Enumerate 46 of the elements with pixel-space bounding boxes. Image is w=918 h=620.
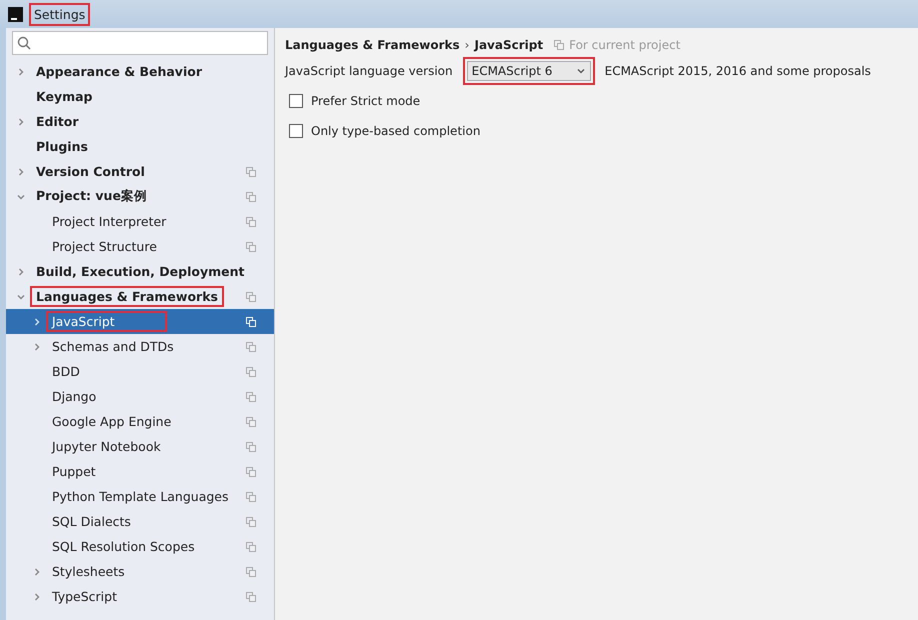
- tree-item[interactable]: Keymap: [6, 84, 274, 109]
- tree-item[interactable]: Project: vue案例: [6, 184, 274, 209]
- tree-item[interactable]: SQL Resolution Scopes: [6, 534, 274, 559]
- tree-item[interactable]: Stylesheets: [6, 559, 274, 584]
- caret-icon: [576, 66, 586, 76]
- tree-item[interactable]: Project Structure: [6, 234, 274, 259]
- checkbox[interactable]: [289, 124, 303, 138]
- app-logo-icon: [8, 6, 23, 22]
- tree-item[interactable]: Version Control: [6, 159, 274, 184]
- chevron-icon[interactable]: [32, 592, 42, 602]
- tree-item[interactable]: Puppet: [6, 459, 274, 484]
- chevron-icon[interactable]: [32, 342, 42, 352]
- search-field[interactable]: [12, 31, 268, 55]
- tree-item[interactable]: Editor: [6, 109, 274, 134]
- chevron-icon[interactable]: [32, 566, 42, 576]
- field-label: JavaScript language version: [285, 64, 453, 78]
- version-dropdown[interactable]: ECMAScript 6: [466, 61, 591, 81]
- tree-item[interactable]: BDD: [6, 359, 274, 384]
- tree-item[interactable]: Build, Execution, Deployment: [6, 259, 274, 284]
- copy-icon: [554, 40, 564, 50]
- tree-item[interactable]: Project Interpreter: [6, 209, 274, 234]
- tree-item[interactable]: JavaScript: [6, 309, 274, 334]
- tree-item[interactable]: SQL Dialects: [6, 509, 274, 534]
- chevron-icon[interactable]: [32, 316, 42, 326]
- chevron-icon[interactable]: [16, 166, 26, 176]
- scope-note: For current project: [569, 38, 680, 52]
- chevron-icon[interactable]: [16, 66, 26, 76]
- checkbox[interactable]: [289, 94, 303, 108]
- tree-item[interactable]: Python Template Languages: [6, 484, 274, 509]
- tree-item[interactable]: Plugins: [6, 134, 274, 159]
- version-description: ECMAScript 2015, 2016 and some proposals: [604, 64, 871, 78]
- tree-item[interactable]: Appearance & Behavior: [6, 59, 274, 84]
- tree-item[interactable]: Django: [6, 384, 274, 409]
- breadcrumb-item: JavaScript: [474, 38, 544, 52]
- breadcrumb-separator: ›: [464, 38, 470, 52]
- breadcrumb-item: Languages & Frameworks: [285, 38, 460, 52]
- tree-item[interactable]: Jupyter Notebook: [6, 434, 274, 459]
- search-icon: [17, 36, 31, 50]
- tree-item[interactable]: TypeScript: [6, 584, 274, 609]
- chevron-icon[interactable]: [16, 116, 26, 126]
- chevron-icon[interactable]: [16, 266, 26, 276]
- checkbox-label: Prefer Strict mode: [311, 94, 420, 108]
- tree-item[interactable]: Schemas and DTDs: [6, 334, 274, 359]
- checkbox-label: Only type-based completion: [311, 124, 480, 138]
- tree-item[interactable]: Google App Engine: [6, 409, 274, 434]
- window-title: Settings: [29, 2, 90, 26]
